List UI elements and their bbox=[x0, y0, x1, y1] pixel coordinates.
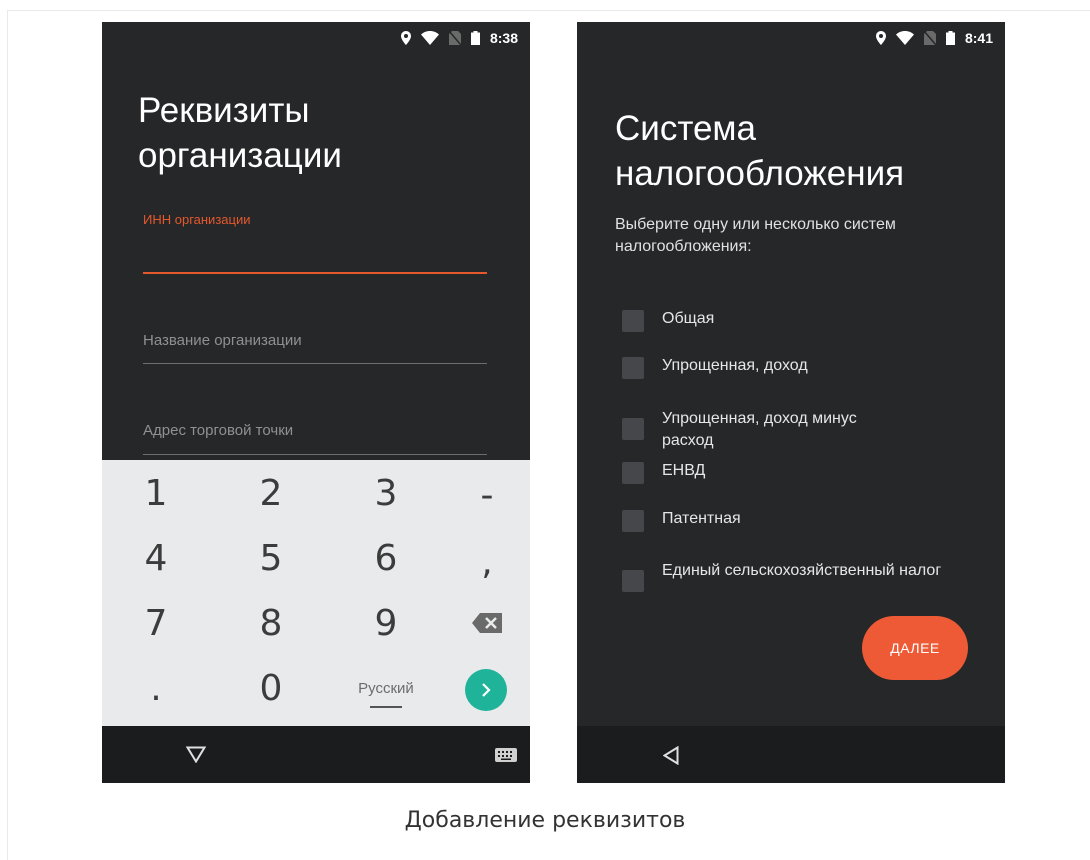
key-8[interactable]: 8 bbox=[226, 593, 316, 653]
store-address-field-underline bbox=[143, 454, 487, 455]
status-time: 8:41 bbox=[964, 30, 993, 46]
instruction-text: Выберите одну или несколько систем налог… bbox=[615, 216, 896, 255]
navigation-bar bbox=[577, 726, 1005, 783]
organization-name-field-underline bbox=[143, 363, 487, 364]
status-time: 8:38 bbox=[489, 30, 518, 46]
numeric-keyboard: 1 2 3 - 4 5 6 , 7 8 9 . 0 Русский bbox=[102, 460, 530, 726]
key-6[interactable]: 6 bbox=[341, 528, 431, 588]
option-label: Патентная bbox=[662, 510, 741, 527]
option-label: Общая bbox=[662, 310, 715, 327]
backspace-key[interactable] bbox=[442, 593, 530, 653]
option-simplified-income[interactable]: Упрощенная, доход bbox=[622, 355, 962, 379]
battery-icon bbox=[945, 31, 955, 45]
back-icon[interactable] bbox=[663, 746, 679, 765]
store-address-field-label: Адрес торговой точки bbox=[143, 422, 294, 439]
page-title: Реквизиты организации bbox=[138, 88, 342, 178]
key-0[interactable]: 0 bbox=[226, 658, 316, 718]
option-label: ЕНВД bbox=[662, 462, 706, 479]
wifi-icon bbox=[420, 31, 439, 45]
keyboard-icon[interactable] bbox=[495, 748, 517, 762]
navigation-bar bbox=[102, 726, 530, 783]
battery-icon bbox=[470, 31, 480, 45]
page-title: Система налогообложения bbox=[615, 106, 904, 196]
title-line-2: организации bbox=[138, 136, 342, 175]
enter-key[interactable] bbox=[465, 669, 507, 711]
wifi-icon bbox=[895, 31, 914, 45]
status-bar: 8:38 bbox=[102, 22, 530, 54]
option-patent[interactable]: Патентная bbox=[622, 508, 962, 532]
key-comma[interactable]: , bbox=[442, 532, 530, 592]
checkbox[interactable] bbox=[622, 357, 644, 379]
organization-name-field-label: Название организации bbox=[143, 332, 302, 349]
key-3[interactable]: 3 bbox=[341, 463, 431, 523]
key-1[interactable]: 1 bbox=[111, 463, 201, 523]
key-4[interactable]: 4 bbox=[111, 528, 201, 588]
option-general[interactable]: Общая bbox=[622, 308, 962, 332]
location-icon bbox=[875, 31, 886, 45]
phone-screen-organization-details: 8:38 Реквизиты организации ИНН организац… bbox=[102, 22, 530, 783]
key-period[interactable]: . bbox=[111, 658, 201, 718]
figure-caption: Добавление реквизитов bbox=[404, 808, 686, 833]
checkbox[interactable] bbox=[622, 418, 644, 440]
no-sim-icon bbox=[923, 31, 936, 45]
inn-field-underline bbox=[143, 272, 487, 274]
organization-name-field[interactable]: Название организации bbox=[143, 332, 487, 364]
key-9[interactable]: 9 bbox=[341, 593, 431, 653]
key-7[interactable]: 7 bbox=[111, 593, 201, 653]
chevron-right-icon bbox=[482, 683, 491, 697]
checkbox[interactable] bbox=[622, 570, 644, 592]
key-2[interactable]: 2 bbox=[226, 463, 316, 523]
title-line-1: Реквизиты bbox=[138, 91, 310, 130]
language-key-indicator bbox=[370, 706, 402, 708]
language-key[interactable]: Русский bbox=[341, 658, 431, 718]
option-label: Упрощенная, доход минус расход bbox=[662, 410, 857, 449]
checkbox[interactable] bbox=[622, 310, 644, 332]
title-line-2: налогообложения bbox=[615, 154, 905, 193]
option-unified-agricultural-tax[interactable]: Единый сельскохозяйственный налог bbox=[622, 560, 957, 592]
option-label: Упрощенная, доход bbox=[662, 357, 808, 374]
key-minus[interactable]: - bbox=[442, 465, 530, 525]
location-icon bbox=[400, 31, 411, 45]
status-bar: 8:41 bbox=[577, 22, 1005, 54]
next-button[interactable]: ДАЛЕЕ bbox=[862, 616, 968, 680]
key-5[interactable]: 5 bbox=[226, 528, 316, 588]
backspace-icon bbox=[472, 613, 502, 633]
no-sim-icon bbox=[448, 31, 461, 45]
option-simplified-income-minus-expense[interactable]: Упрощенная, доход минус расход bbox=[622, 408, 902, 452]
title-line-1: Система bbox=[615, 109, 756, 148]
option-envd[interactable]: ЕНВД bbox=[622, 460, 962, 484]
checkbox[interactable] bbox=[622, 462, 644, 484]
triangle-down-icon[interactable] bbox=[186, 746, 206, 763]
option-label: Единый сельскохозяйственный налог bbox=[662, 562, 942, 579]
inn-field-label: ИНН организации bbox=[143, 212, 251, 227]
store-address-field[interactable]: Адрес торговой точки bbox=[143, 422, 487, 456]
inn-field[interactable]: ИНН организации bbox=[143, 212, 487, 276]
checkbox[interactable] bbox=[622, 510, 644, 532]
phone-screen-tax-system: 8:41 Система налогообложения Выберите од… bbox=[577, 22, 1005, 783]
